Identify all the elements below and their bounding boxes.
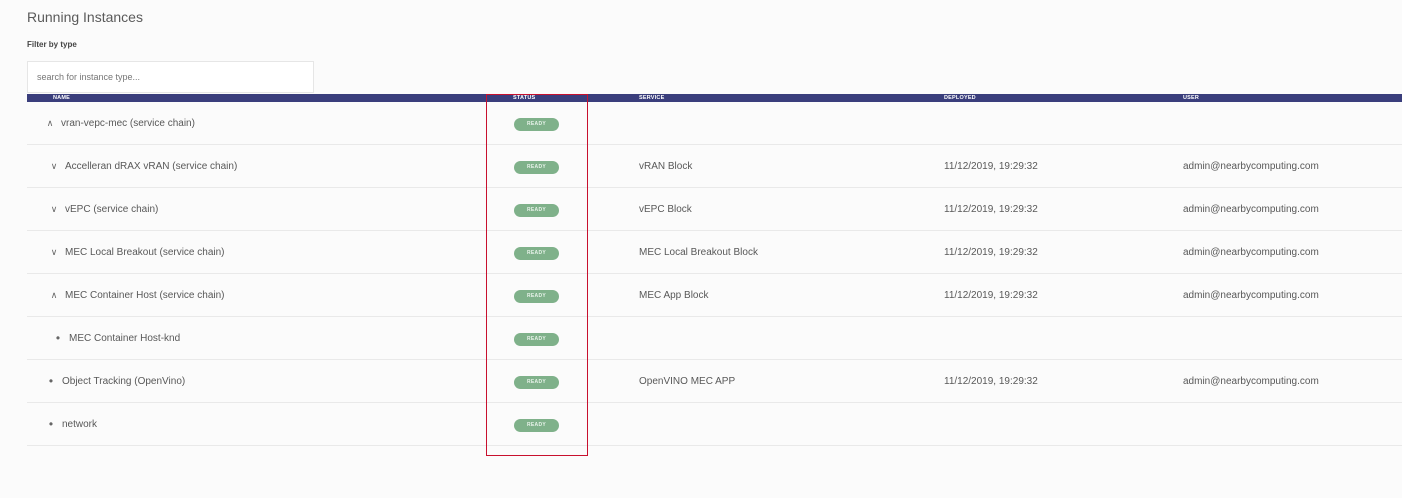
column-header-status[interactable]: STATUS <box>513 94 535 102</box>
instance-name: Object Tracking (OpenVino) <box>62 376 186 387</box>
status-badge: READY <box>514 204 559 217</box>
status-badge: READY <box>514 161 559 174</box>
user-cell: admin@nearbycomputing.com <box>1183 290 1319 301</box>
instance-name: vran-vepc-mec (service chain) <box>61 118 195 129</box>
chevron-down-icon[interactable]: ∨ <box>47 145 61 188</box>
instance-name: MEC Local Breakout (service chain) <box>65 247 225 258</box>
status-badge: READY <box>514 247 559 260</box>
instance-name-cell: ∧ vran-vepc-mec (service chain) <box>43 102 195 145</box>
chevron-up-icon[interactable]: ∧ <box>43 102 57 145</box>
table-row[interactable]: ∧ vran-vepc-mec (service chain) READY <box>27 102 1402 145</box>
table-header: NAME STATUS SERVICE DEPLOYED USER <box>27 94 1402 102</box>
bullet-icon: • <box>48 417 54 431</box>
instance-name-cell: ∨ MEC Local Breakout (service chain) <box>47 231 225 274</box>
filter-label: Filter by type <box>27 40 77 49</box>
chevron-up-icon[interactable]: ∧ <box>47 274 61 317</box>
column-header-service[interactable]: SERVICE <box>639 94 664 102</box>
search-input[interactable] <box>27 61 314 93</box>
instance-name-cell: • network <box>44 403 97 446</box>
service-cell: MEC App Block <box>639 290 709 301</box>
column-header-name[interactable]: NAME <box>53 94 70 102</box>
user-cell: admin@nearbycomputing.com <box>1183 161 1319 172</box>
instances-table-body: ∧ vran-vepc-mec (service chain) READY ∨ … <box>27 102 1402 446</box>
status-badge: READY <box>514 419 559 432</box>
user-cell: admin@nearbycomputing.com <box>1183 204 1319 215</box>
chevron-down-icon[interactable]: ∨ <box>47 188 61 231</box>
deployed-cell: 11/12/2019, 19:29:32 <box>944 161 1038 172</box>
table-row[interactable]: ∨ MEC Local Breakout (service chain) REA… <box>27 231 1402 274</box>
page-title: Running Instances <box>27 9 143 25</box>
chevron-down-icon[interactable]: ∨ <box>47 231 61 274</box>
service-cell: vEPC Block <box>639 204 692 215</box>
instance-name: vEPC (service chain) <box>65 204 159 215</box>
instance-name: MEC Container Host (service chain) <box>65 290 225 301</box>
service-cell: MEC Local Breakout Block <box>639 247 758 258</box>
table-row[interactable]: ∨ vEPC (service chain) READY vEPC Block … <box>27 188 1402 231</box>
status-badge: READY <box>514 333 559 346</box>
service-cell: vRAN Block <box>639 161 693 172</box>
instance-name: Accelleran dRAX vRAN (service chain) <box>65 161 238 172</box>
status-badge: READY <box>514 118 559 131</box>
instance-name: MEC Container Host-knd <box>69 333 181 344</box>
table-row[interactable]: ∧ MEC Container Host (service chain) REA… <box>27 274 1402 317</box>
deployed-cell: 11/12/2019, 19:29:32 <box>944 204 1038 215</box>
deployed-cell: 11/12/2019, 19:29:32 <box>944 290 1038 301</box>
table-row[interactable]: • MEC Container Host-knd READY <box>27 317 1402 360</box>
column-header-user[interactable]: USER <box>1183 94 1199 102</box>
bullet-icon: • <box>48 374 54 388</box>
instance-name-cell: ∧ MEC Container Host (service chain) <box>47 274 225 317</box>
deployed-cell: 11/12/2019, 19:29:32 <box>944 376 1038 387</box>
bullet-icon: • <box>55 331 61 345</box>
status-badge: READY <box>514 290 559 303</box>
instance-name-cell: ∨ Accelleran dRAX vRAN (service chain) <box>47 145 238 188</box>
user-cell: admin@nearbycomputing.com <box>1183 247 1319 258</box>
table-row[interactable]: • network READY <box>27 403 1402 446</box>
instance-name: network <box>62 419 98 430</box>
service-cell: OpenVINO MEC APP <box>639 376 736 387</box>
deployed-cell: 11/12/2019, 19:29:32 <box>944 247 1038 258</box>
instance-name-cell: • Object Tracking (OpenVino) <box>44 360 185 403</box>
status-badge: READY <box>514 376 559 389</box>
instance-name-cell: • MEC Container Host-knd <box>51 317 180 360</box>
instance-name-cell: ∨ vEPC (service chain) <box>47 188 159 231</box>
column-header-deployed[interactable]: DEPLOYED <box>944 94 976 102</box>
table-row[interactable]: ∨ Accelleran dRAX vRAN (service chain) R… <box>27 145 1402 188</box>
table-row[interactable]: • Object Tracking (OpenVino) READY OpenV… <box>27 360 1402 403</box>
user-cell: admin@nearbycomputing.com <box>1183 376 1319 387</box>
